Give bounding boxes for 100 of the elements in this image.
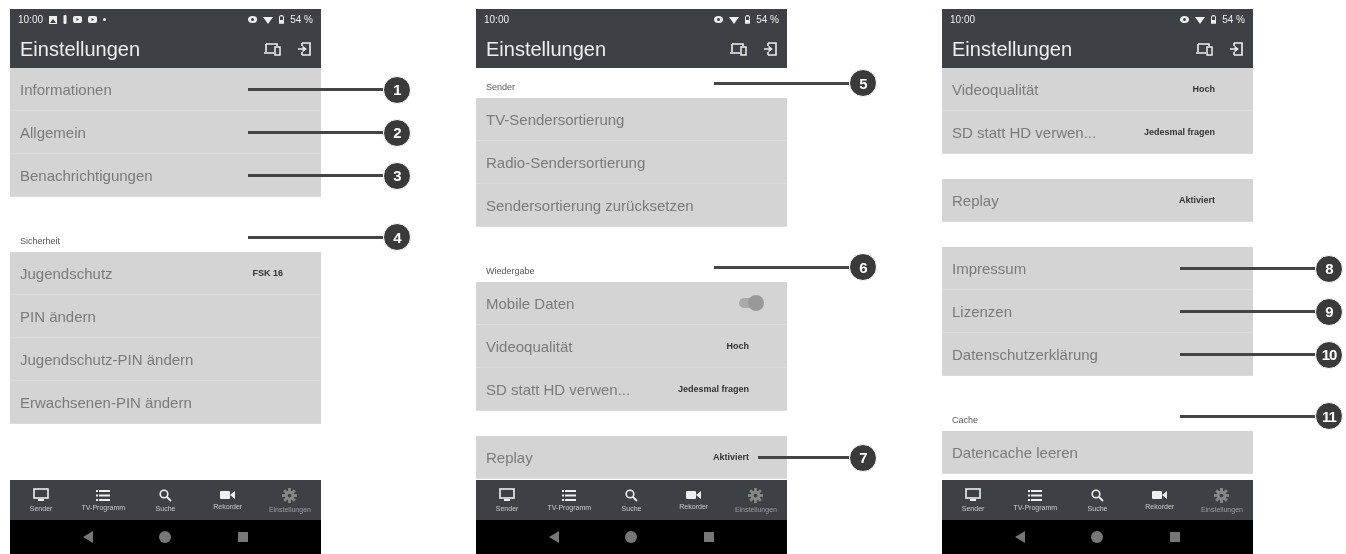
battery-icon [745, 15, 751, 24]
eye-icon [714, 16, 724, 23]
clock-time: 10:00 [950, 14, 976, 25]
section-header: Cache [952, 415, 978, 425]
figure-icon [63, 15, 68, 24]
monitor-icon [499, 488, 516, 502]
section-header: Wiedergabe [486, 266, 535, 276]
home-icon[interactable] [159, 531, 172, 543]
callout-number: 2 [383, 118, 411, 147]
setting-label: Datencache leeren [952, 443, 1079, 461]
setting-label: Datenschutzerklärung [952, 345, 1099, 363]
battery-percentage: 54 % [290, 14, 313, 25]
recents-icon[interactable] [237, 532, 248, 542]
setting-value: Jedesmal fragen [677, 384, 749, 394]
battery-percentage: 54 % [756, 14, 779, 25]
callout-number: 10 [1315, 340, 1343, 369]
callout-number: 1 [383, 75, 411, 104]
setting-label: Allgemein [20, 123, 87, 141]
section-header: Sicherheit [20, 236, 61, 246]
setting-value: Aktiviert [713, 452, 749, 462]
battery-icon [1211, 15, 1217, 24]
monitor-icon [33, 488, 50, 502]
callout-number: 6 [849, 253, 877, 281]
setting-label: Replay [486, 448, 534, 466]
eye-icon [1180, 16, 1190, 23]
logout-icon[interactable] [1229, 42, 1243, 56]
settings-row[interactable]: Replay Aktiviert [942, 179, 1253, 222]
back-icon[interactable] [1015, 531, 1026, 543]
list-icon [562, 489, 577, 501]
setting-label: PIN ändern [20, 307, 97, 325]
settings-row[interactable]: Jugendschutz FSK 16 [10, 252, 321, 295]
back-icon[interactable] [549, 531, 560, 543]
battery-icon [279, 15, 285, 24]
callout-number: 8 [1315, 254, 1343, 283]
devices-icon[interactable] [1196, 42, 1213, 56]
logout-icon[interactable] [763, 42, 777, 56]
battery-percentage: 54 % [1222, 14, 1245, 25]
setting-label: SD statt HD verwen... [952, 123, 1098, 141]
gear-icon [1214, 487, 1230, 503]
monitor-icon [965, 488, 982, 502]
gear-icon [748, 487, 764, 503]
devices-icon[interactable] [264, 42, 281, 56]
settings-row[interactable]: Videoqualität Hoch [476, 325, 787, 368]
wifi-icon [1195, 15, 1206, 24]
setting-value: Jedesmal fragen [1143, 127, 1215, 137]
search-icon [1091, 488, 1104, 502]
list-icon [96, 489, 111, 501]
callout-number: 7 [849, 443, 877, 472]
clock-time: 10:00 [18, 14, 44, 25]
video-icon [73, 16, 83, 23]
section-header: Sender [486, 82, 516, 92]
screen-title: Einstellungen [20, 37, 142, 61]
setting-label: Sendersortierung zurücksetzen [486, 196, 695, 214]
setting-label: SD statt HD verwen... [486, 380, 632, 398]
setting-value: Hoch [726, 341, 749, 351]
toggle-switch[interactable] [739, 298, 761, 308]
setting-label: Informationen [20, 80, 113, 98]
callout-number: 3 [383, 161, 411, 190]
logout-icon[interactable] [297, 42, 311, 56]
callout-number: 9 [1315, 297, 1343, 326]
dot-icon [103, 18, 107, 21]
video-camera-icon [220, 490, 236, 500]
gear-icon [282, 487, 298, 503]
setting-value: FSK 16 [252, 268, 283, 278]
recents-icon[interactable] [1169, 532, 1180, 542]
setting-label: Videoqualität [486, 337, 574, 355]
home-icon[interactable] [625, 531, 638, 543]
setting-value: Aktiviert [1179, 195, 1215, 205]
video-icon [88, 16, 98, 23]
setting-value: Hoch [1192, 84, 1215, 94]
setting-label: Replay [952, 191, 1000, 209]
settings-row[interactable]: Videoqualität Hoch [942, 68, 1253, 111]
search-icon [625, 488, 638, 502]
recents-icon[interactable] [703, 532, 714, 542]
video-camera-icon [686, 490, 702, 500]
callout-number: 4 [383, 223, 411, 251]
settings-row[interactable]: Replay Aktiviert [476, 436, 787, 479]
setting-label: Radio-Sendersortierung [486, 153, 647, 171]
settings-row[interactable]: SD statt HD verwen... Jedesmal fragen [476, 368, 787, 411]
back-icon[interactable] [83, 531, 94, 543]
eye-icon [248, 16, 258, 23]
video-camera-icon [1152, 490, 1168, 500]
screen-title: Einstellungen [952, 37, 1074, 61]
home-icon[interactable] [1091, 531, 1104, 543]
setting-label: Jugendschutz-PIN ändern [20, 350, 195, 368]
setting-label: Jugendschutz [20, 264, 114, 282]
setting-label: Benachrichtigungen [20, 166, 154, 184]
setting-label: Mobile Daten [486, 294, 576, 312]
picture-icon [49, 15, 58, 24]
settings-row[interactable]: SD statt HD verwen... Jedesmal fragen [942, 111, 1253, 154]
setting-label: Erwachsenen-PIN ändern [20, 393, 193, 411]
callout-number: 5 [849, 69, 877, 97]
setting-label: Videoqualität [952, 80, 1040, 98]
clock-time: 10:00 [484, 14, 510, 25]
setting-label: Impressum [952, 259, 1028, 277]
setting-label: TV-Sendersortierung [486, 110, 626, 128]
wifi-icon [729, 15, 740, 24]
devices-icon[interactable] [730, 42, 747, 56]
callout-number: 11 [1315, 402, 1343, 430]
list-icon [1028, 489, 1043, 501]
